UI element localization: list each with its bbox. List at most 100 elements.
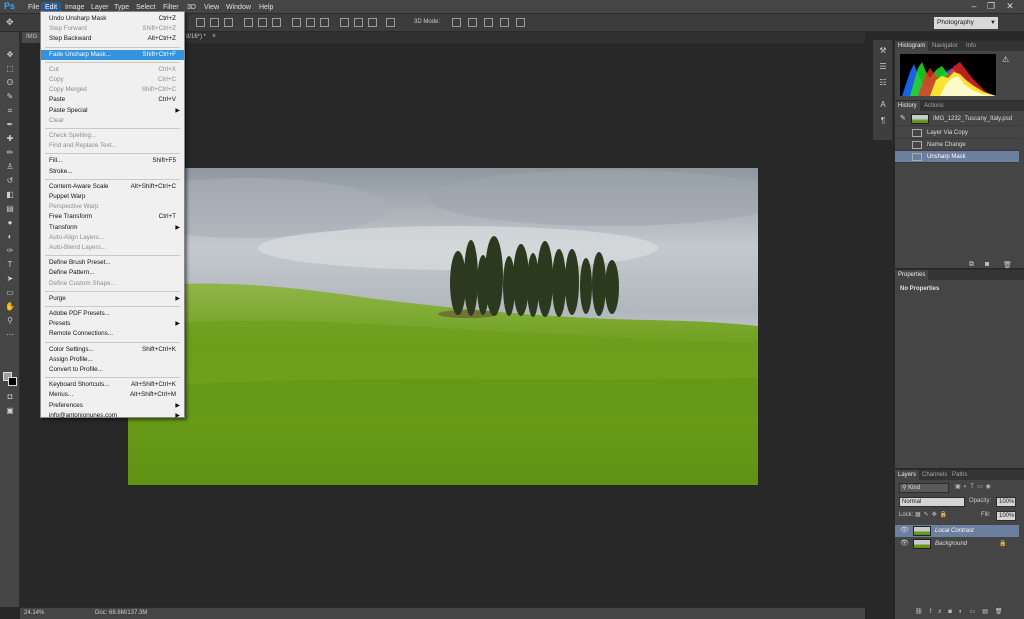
distribute-right-icon[interactable]: [368, 18, 377, 27]
history-brush-source-icon[interactable]: ✎: [900, 112, 906, 126]
zoom-level[interactable]: 24.14%: [24, 610, 44, 616]
menu-item-paste[interactable]: Paste Ctrl+V: [41, 95, 184, 105]
healing-brush-tool-icon[interactable]: ✚: [4, 134, 16, 144]
camera-snapshot-icon[interactable]: ◙: [985, 261, 989, 268]
restore-icon[interactable]: ❐: [985, 1, 997, 12]
menu-item-define-pattern[interactable]: Define Pattern...: [41, 268, 184, 278]
close-tab-icon[interactable]: ×: [212, 33, 216, 40]
align-top-icon[interactable]: [196, 18, 205, 27]
quick-selection-tool-icon[interactable]: ✎: [4, 92, 16, 102]
menu-item-paste-special[interactable]: Paste Special ▶: [41, 106, 184, 116]
layers-footer-icons[interactable]: ⛓fx◙◐▭▤🗑: [915, 608, 1019, 618]
distribute-left-icon[interactable]: [340, 18, 349, 27]
fill-field[interactable]: 100%: [996, 511, 1016, 521]
tab-navigator[interactable]: Navigator: [929, 41, 961, 51]
menu-item-adobe-pdf-presets[interactable]: Adobe PDF Presets...: [41, 309, 184, 319]
menu-item-fill[interactable]: Fill... Shift+F5: [41, 156, 184, 166]
type-tool-icon[interactable]: T: [4, 260, 16, 270]
tab-channels[interactable]: Channels: [919, 470, 950, 480]
character-panel-icon[interactable]: A: [878, 100, 888, 110]
minimize-icon[interactable]: –: [968, 1, 980, 12]
menu-item-remote-connections[interactable]: Remote Connections...: [41, 329, 184, 339]
trash-icon[interactable]: 🗑: [1003, 261, 1012, 269]
more-tools-icon[interactable]: ⋯: [4, 330, 16, 340]
3d-roll-icon[interactable]: [468, 18, 477, 27]
menu-item-undo-unsharp-mask[interactable]: Undo Unsharp Mask Ctrl+Z: [41, 14, 184, 24]
menu-item-transform[interactable]: Transform ▶: [41, 223, 184, 233]
menu-item-assign-profile[interactable]: Assign Profile...: [41, 355, 184, 365]
blend-mode-select[interactable]: Normal: [899, 497, 965, 507]
menu-item-purge[interactable]: Purge ▶: [41, 294, 184, 304]
opacity-field[interactable]: 100%: [996, 497, 1016, 507]
tab-info[interactable]: Info: [963, 41, 979, 51]
3d-scale-icon[interactable]: [516, 18, 525, 27]
menu-item-fade-unsharp-mask[interactable]: Fade Unsharp Mask... Shift+Ctrl+F: [41, 49, 184, 60]
align-middle-icon[interactable]: [210, 18, 219, 27]
crop-tool-icon[interactable]: ⌗: [4, 106, 16, 116]
history-snapshot[interactable]: ✎ IMG_1232_Tuscany_Italy.psd: [895, 112, 1019, 126]
move-tool-icon[interactable]: ✥: [4, 50, 16, 60]
menu-item-step-backward[interactable]: Step Backward Alt+Ctrl+Z: [41, 34, 184, 44]
hand-tool-icon[interactable]: ✋: [4, 302, 16, 312]
history-state-selected[interactable]: Unsharp Mask: [895, 151, 1019, 163]
document-image[interactable]: [128, 168, 758, 485]
distribute-center-icon[interactable]: [354, 18, 363, 27]
distribute-bottom-icon[interactable]: [320, 18, 329, 27]
workspace-select[interactable]: Photography ▼: [934, 17, 998, 29]
menu-item-convert-to-profile[interactable]: Convert to Profile...: [41, 365, 184, 375]
menu-item-free-transform[interactable]: Free Transform Ctrl+T: [41, 212, 184, 222]
history-state[interactable]: Name Change: [895, 139, 1019, 151]
warning-icon[interactable]: ⚠: [1002, 55, 1009, 64]
styles-panel-icon[interactable]: ☷: [878, 78, 888, 88]
menu-item-info-antonionunes-com[interactable]: info@antonionunes.com ▶: [41, 411, 184, 421]
background-color-swatch[interactable]: [8, 377, 17, 386]
menu-item-preferences[interactable]: Preferences ▶: [41, 401, 184, 411]
dodge-tool-icon[interactable]: ◐: [4, 232, 16, 242]
distribute-top-icon[interactable]: [292, 18, 301, 27]
menu-item-define-brush-preset[interactable]: Define Brush Preset...: [41, 258, 184, 268]
document-tab-title[interactable]: 8/16*) *: [182, 32, 210, 43]
clone-stamp-tool-icon[interactable]: ♙: [4, 162, 16, 172]
adjustments-panel-icon[interactable]: ☰: [878, 62, 888, 72]
lasso-tool-icon[interactable]: ʘ: [4, 78, 16, 88]
brush-panel-icon[interactable]: ⚒: [878, 46, 888, 56]
layer-filter-select[interactable]: ⚲ Kind: [899, 483, 949, 493]
layer-row[interactable]: 👁 Local Contrast: [895, 525, 1019, 537]
paragraph-panel-icon[interactable]: ¶: [878, 116, 888, 126]
document-tab[interactable]: IMG: [22, 32, 42, 43]
marquee-tool-icon[interactable]: ⬚: [4, 64, 16, 74]
zoom-tool-icon[interactable]: ⚲: [4, 316, 16, 326]
distribute-middle-icon[interactable]: [306, 18, 315, 27]
visibility-eye-icon[interactable]: 👁: [900, 538, 909, 550]
menu-item-stroke[interactable]: Stroke...: [41, 167, 184, 177]
menu-window[interactable]: Window: [222, 2, 255, 13]
shape-tool-icon[interactable]: ▭: [4, 288, 16, 298]
screen-mode-icon[interactable]: ▣: [4, 406, 16, 416]
menu-item-color-settings[interactable]: Color Settings... Shift+Ctrl+K: [41, 345, 184, 355]
menu-item-content-aware-scale[interactable]: Content-Aware Scale Alt+Shift+Ctrl+C: [41, 182, 184, 192]
path-selection-tool-icon[interactable]: ➤: [4, 274, 16, 284]
3d-rotate-icon[interactable]: [452, 18, 461, 27]
menu-item-presets[interactable]: Presets ▶: [41, 319, 184, 329]
blur-tool-icon[interactable]: ●: [4, 218, 16, 228]
gradient-tool-icon[interactable]: ▤: [4, 204, 16, 214]
lock-icons[interactable]: ▦✎✥🔒: [915, 511, 950, 518]
tab-layers[interactable]: Layers: [895, 470, 920, 480]
3d-slide-icon[interactable]: [500, 18, 509, 27]
tab-history[interactable]: History: [895, 101, 920, 111]
menu-item-puppet-warp[interactable]: Puppet Warp: [41, 192, 184, 202]
history-state[interactable]: Layer Via Copy: [895, 127, 1019, 139]
menu-help[interactable]: Help: [255, 2, 277, 13]
3d-pan-icon[interactable]: [484, 18, 493, 27]
align-bottom-icon[interactable]: [224, 18, 233, 27]
close-icon[interactable]: ✕: [1004, 1, 1016, 12]
menu-item-keyboard-shortcuts[interactable]: Keyboard Shortcuts... Alt+Shift+Ctrl+K: [41, 380, 184, 390]
menu-view[interactable]: View: [200, 2, 223, 13]
align-left-icon[interactable]: [244, 18, 253, 27]
tab-histogram[interactable]: Histogram: [895, 41, 929, 51]
brush-tool-icon[interactable]: ✏: [4, 148, 16, 158]
menu-item-menus[interactable]: Menus... Alt+Shift+Ctrl+M: [41, 390, 184, 400]
layer-row[interactable]: 👁 Background 🔒: [895, 538, 1019, 550]
move-tool-icon[interactable]: ✥: [6, 17, 14, 28]
align-right-icon[interactable]: [272, 18, 281, 27]
